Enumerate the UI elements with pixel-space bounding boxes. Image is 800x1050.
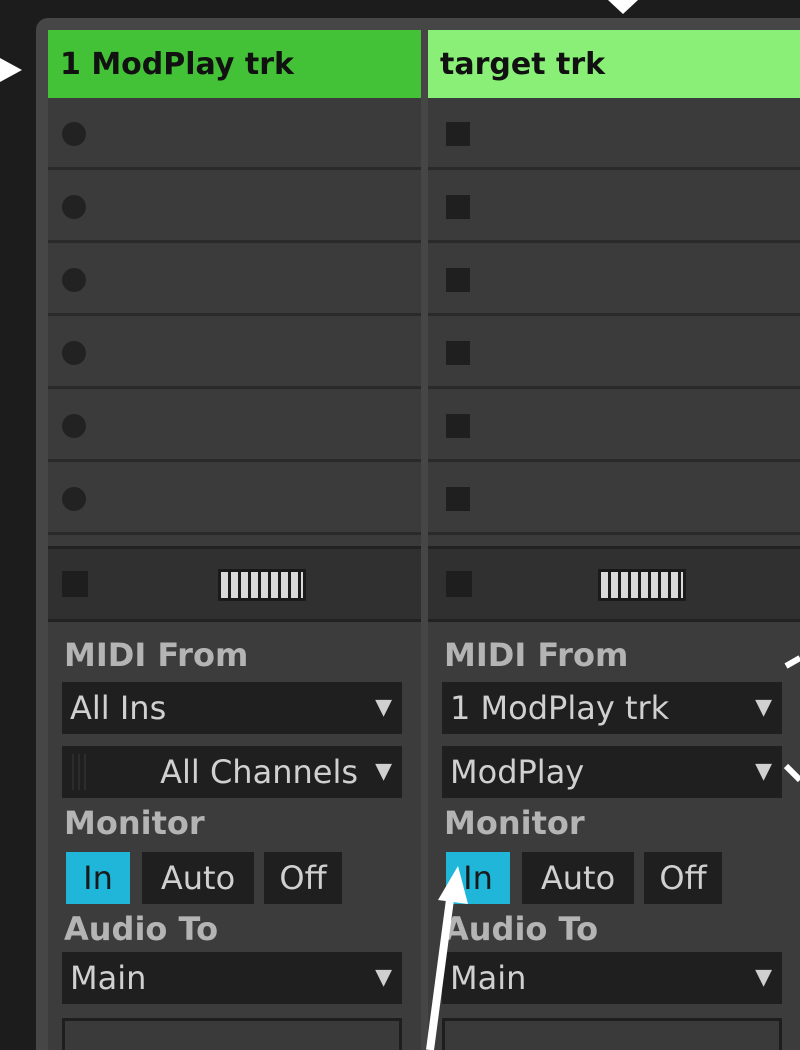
triangle-down-icon: ▼ (755, 965, 772, 990)
clip-slot[interactable] (428, 390, 800, 462)
clip-slot[interactable] (48, 317, 421, 389)
audio-to-label: Audio To (64, 910, 219, 948)
monitor-auto-button[interactable]: Auto (522, 852, 634, 904)
clip-slot-record-icon (62, 268, 86, 292)
midi-from-label: MIDI From (444, 636, 629, 674)
clip-slot[interactable] (48, 390, 421, 462)
triangle-down-icon: ▼ (375, 759, 392, 784)
stop-clip-button[interactable] (446, 571, 472, 597)
monitor-off-button[interactable]: Off (264, 852, 342, 904)
clip-slot-stop-icon (446, 414, 470, 438)
midi-channel-value: All Channels (160, 753, 358, 791)
triangle-down-icon: ▼ (755, 695, 772, 720)
midi-channel-dropdown[interactable]: All Channels ▼ (62, 746, 402, 798)
midi-from-value: 1 ModPlay trk (450, 689, 670, 727)
triangle-down-icon: ▼ (755, 759, 772, 784)
clip-slots (428, 98, 800, 546)
clip-slot[interactable] (48, 536, 421, 546)
clip-slot[interactable] (428, 536, 800, 546)
clip-slot-stop-icon (446, 341, 470, 365)
track-title-bar[interactable]: 1 ModPlay trk (48, 30, 421, 98)
clip-slot-stop-icon (446, 268, 470, 292)
audio-to-label: Audio To (444, 910, 599, 948)
audio-to-dropdown[interactable]: Main ▼ (62, 952, 402, 1004)
midi-channel-dropdown[interactable]: ModPlay ▼ (442, 746, 782, 798)
clip-slot-stop-icon (446, 195, 470, 219)
track-name: 1 ModPlay trk (60, 46, 294, 82)
clip-slot-stop-icon (446, 487, 470, 511)
clip-slot-record-icon (62, 341, 86, 365)
clip-slot[interactable] (428, 244, 800, 316)
monitor-auto-button[interactable]: Auto (142, 852, 254, 904)
audio-to-dropdown[interactable]: Main ▼ (442, 952, 782, 1004)
stop-clip-row (428, 546, 800, 622)
piano-keyboard-icon[interactable] (598, 569, 686, 601)
midi-from-dropdown[interactable]: 1 ModPlay trk ▼ (442, 682, 782, 734)
clip-slot[interactable] (48, 171, 421, 243)
arrow-to-track-a-icon (0, 58, 22, 82)
track-title-bar[interactable]: target trk (428, 30, 800, 98)
audio-to-sub-field[interactable] (442, 1018, 782, 1050)
arrow-top-icon (608, 0, 638, 14)
midi-from-label: MIDI From (64, 636, 249, 674)
monitor-in-button[interactable]: In (66, 852, 130, 904)
track-target: target trk MIDI From 1 ModPlay trk ▼ Mod… (428, 30, 800, 1050)
track-1-modplay: 1 ModPlay trk MIDI From All Ins ▼ All Ch… (48, 30, 421, 1050)
triangle-down-icon: ▼ (375, 965, 392, 990)
stop-clip-button[interactable] (62, 571, 88, 597)
audio-to-sub-field[interactable] (62, 1018, 402, 1050)
audio-to-value: Main (450, 959, 527, 997)
monitor-in-button[interactable]: In (446, 852, 510, 904)
track-name: target trk (440, 46, 606, 82)
clip-slot[interactable] (48, 463, 421, 535)
midi-from-value: All Ins (70, 689, 167, 727)
midi-channel-value: ModPlay (450, 753, 585, 791)
clip-slot[interactable] (48, 244, 421, 316)
monitor-label: Monitor (64, 804, 205, 842)
channel-grip-icon (72, 754, 90, 790)
clip-slot[interactable] (428, 98, 800, 170)
clip-slot-stop-icon (446, 122, 470, 146)
clip-slot-record-icon (62, 414, 86, 438)
audio-to-value: Main (70, 959, 147, 997)
monitor-off-button[interactable]: Off (644, 852, 722, 904)
clip-slots (48, 98, 421, 546)
clip-slot-record-icon (62, 195, 86, 219)
clip-slot[interactable] (428, 317, 800, 389)
clip-slot-record-icon (62, 122, 86, 146)
piano-keyboard-icon[interactable] (218, 569, 306, 601)
clip-slot[interactable] (48, 98, 421, 170)
clip-slot-record-icon (62, 487, 86, 511)
monitor-label: Monitor (444, 804, 585, 842)
triangle-down-icon: ▼ (375, 695, 392, 720)
clip-slot[interactable] (428, 463, 800, 535)
io-section: MIDI From 1 ModPlay trk ▼ ModPlay ▼ Moni… (428, 622, 800, 1050)
stop-clip-row (48, 546, 421, 622)
clip-slot[interactable] (428, 171, 800, 243)
io-section: MIDI From All Ins ▼ All Channels ▼ Monit… (48, 622, 421, 1050)
midi-from-dropdown[interactable]: All Ins ▼ (62, 682, 402, 734)
